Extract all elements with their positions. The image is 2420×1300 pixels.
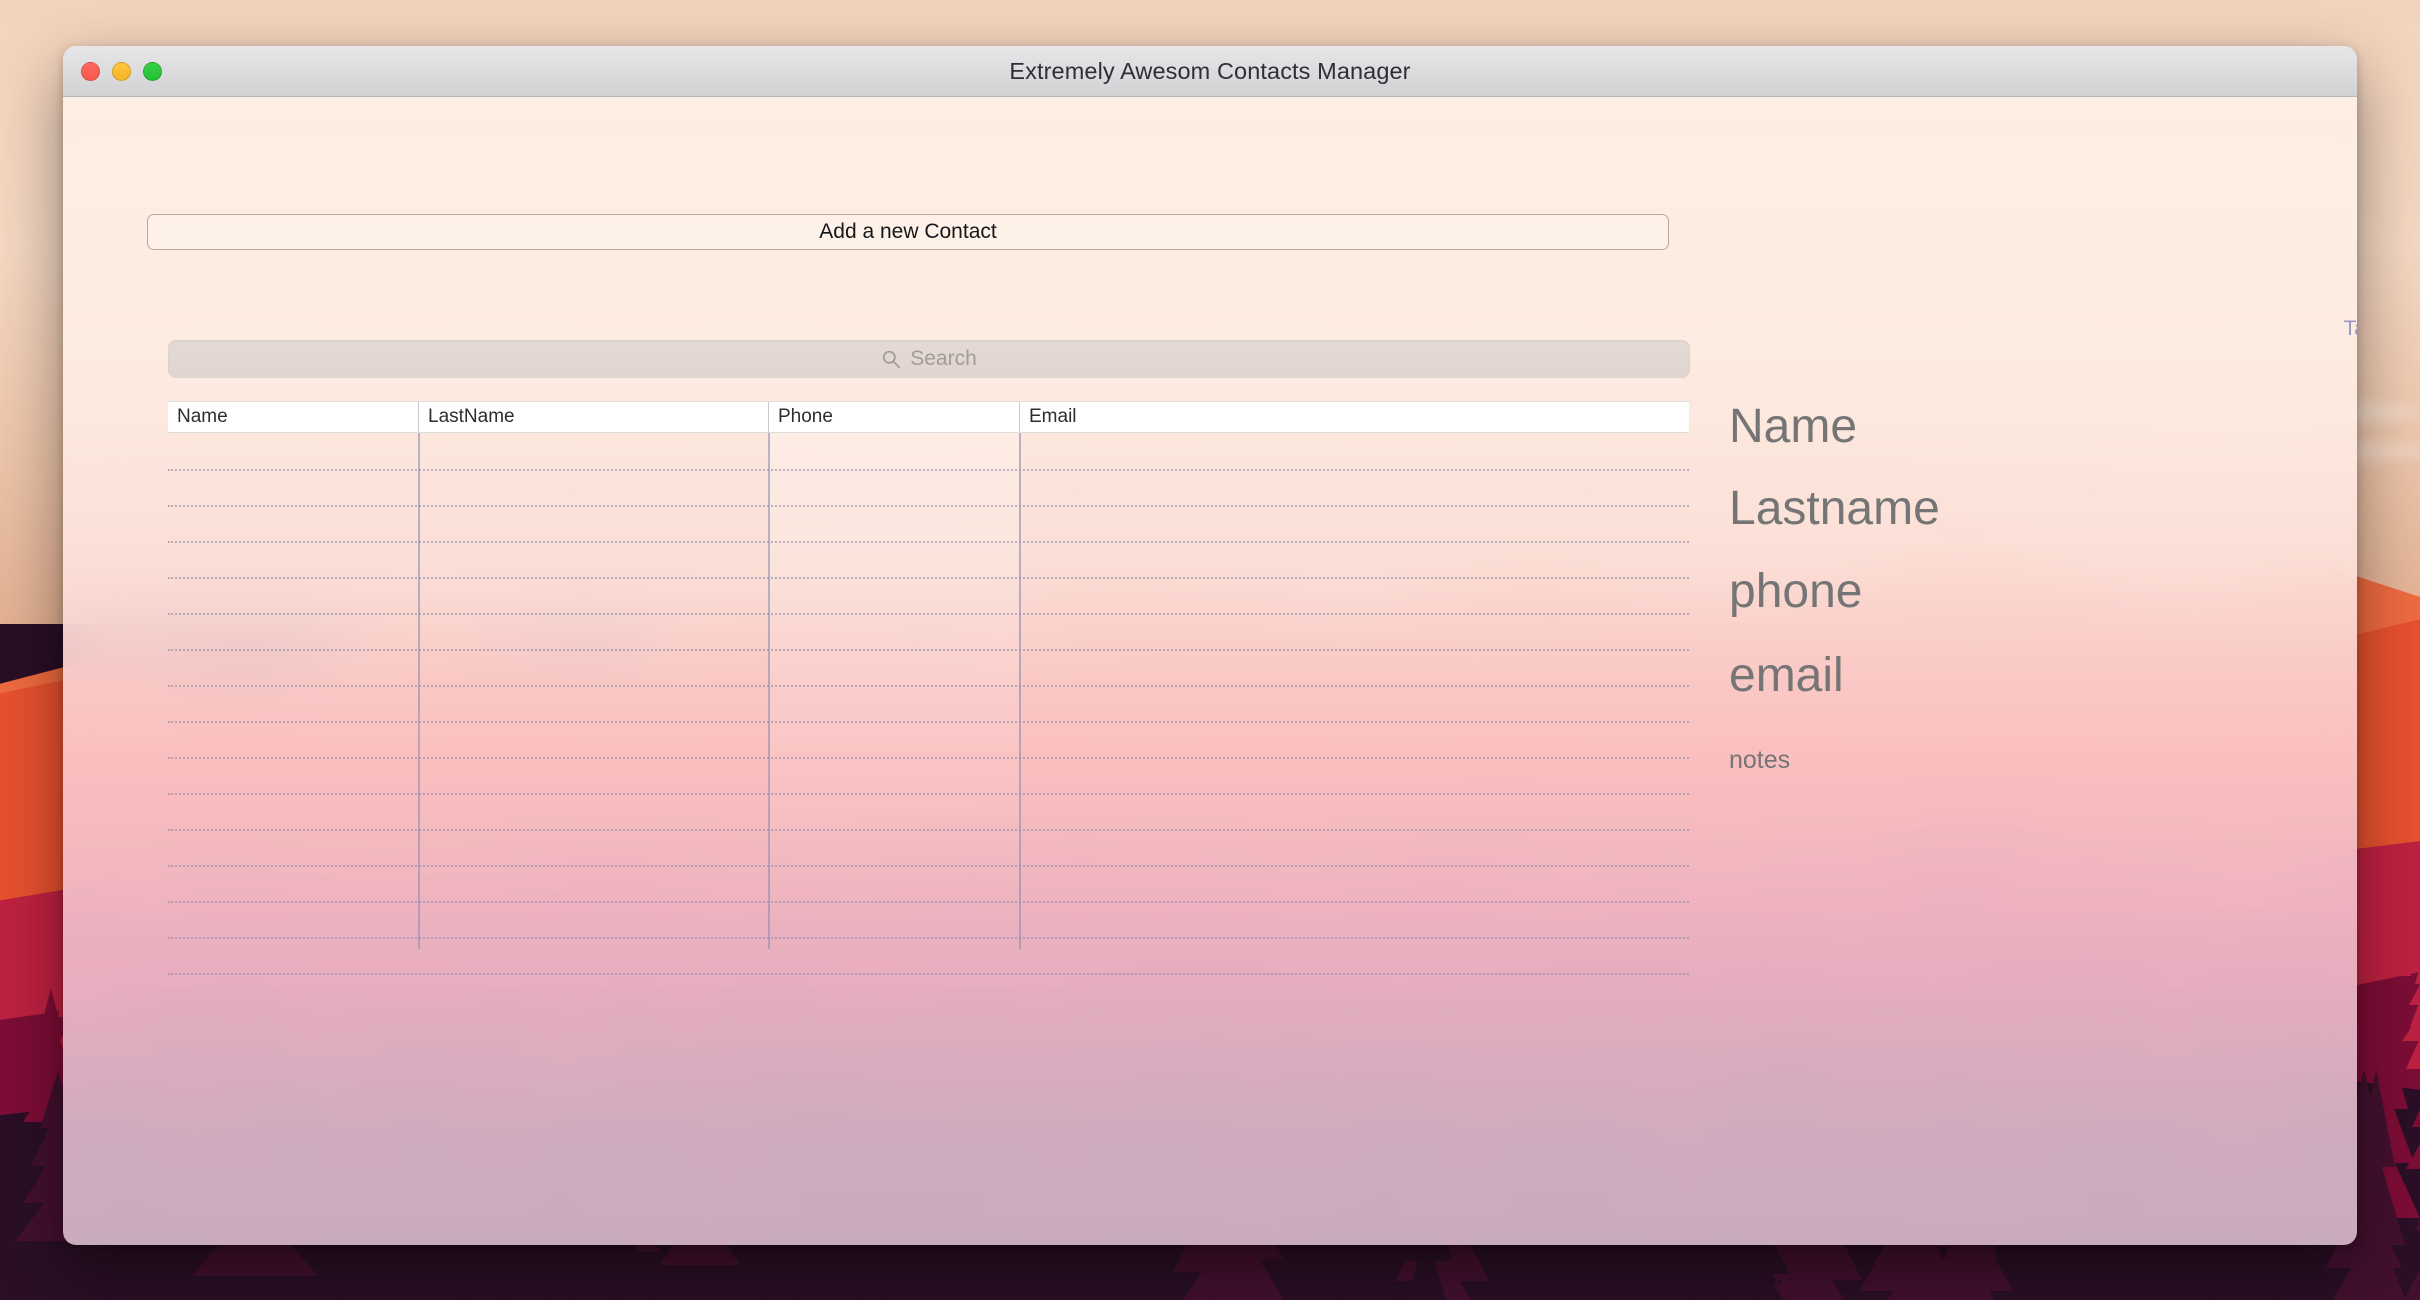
table-row[interactable]: [168, 469, 1689, 471]
app-window: Extremely Awesom Contacts Manager Add a …: [63, 46, 2357, 1245]
column-divider[interactable]: [768, 433, 770, 949]
column-divider[interactable]: [418, 433, 420, 949]
window-traffic-lights: [81, 61, 162, 81]
search-icon: [883, 350, 901, 369]
table-row[interactable]: [168, 793, 1689, 795]
table-row[interactable]: [168, 721, 1689, 723]
table-body[interactable]: [168, 433, 1689, 1241]
column-tint: [768, 433, 1019, 933]
minimize-icon[interactable]: [112, 61, 131, 81]
detail-phone-field[interactable]: [1729, 564, 2357, 619]
column-header-lastname[interactable]: LastName: [418, 402, 768, 432]
search-placeholder: Search: [910, 347, 977, 370]
table-row[interactable]: [168, 649, 1689, 651]
detail-email-field[interactable]: [1729, 648, 2357, 703]
table-row[interactable]: [168, 973, 1689, 975]
zoom-icon[interactable]: [143, 61, 162, 81]
column-header-name[interactable]: Name: [168, 402, 418, 432]
table-row[interactable]: [168, 613, 1689, 615]
table-row[interactable]: [168, 937, 1689, 939]
desktop: Extremely Awesom Contacts Manager Add a …: [0, 0, 2420, 1300]
table-row[interactable]: [168, 541, 1689, 543]
column-header-phone[interactable]: Phone: [768, 402, 1019, 432]
detail-lastname-field[interactable]: [1729, 481, 2357, 536]
tags-link[interactable]: Tags: [2344, 317, 2357, 341]
column-header-email[interactable]: Email: [1019, 402, 1689, 432]
close-icon[interactable]: [81, 61, 100, 81]
table-row[interactable]: [168, 505, 1689, 507]
window-titlebar[interactable]: Extremely Awesom Contacts Manager: [63, 46, 2357, 97]
add-contact-button[interactable]: Add a new Contact: [147, 214, 1669, 250]
detail-name-field[interactable]: [1729, 399, 2357, 454]
table-row[interactable]: [168, 685, 1689, 687]
table-header-row: Name LastName Phone Email: [168, 401, 1689, 433]
table-row[interactable]: [168, 865, 1689, 867]
table-row[interactable]: [168, 577, 1689, 579]
table-row[interactable]: [168, 901, 1689, 903]
detail-notes-field[interactable]: [1729, 744, 2357, 1245]
table-row[interactable]: [168, 757, 1689, 759]
column-divider[interactable]: [1019, 433, 1021, 949]
table-row[interactable]: [168, 829, 1689, 831]
window-body: Add a new Contact Search Name LastName P…: [63, 97, 2357, 1245]
window-title: Extremely Awesom Contacts Manager: [1009, 57, 1411, 84]
contacts-table: Name LastName Phone Email: [168, 401, 1689, 1241]
search-input[interactable]: Search: [168, 340, 1690, 378]
